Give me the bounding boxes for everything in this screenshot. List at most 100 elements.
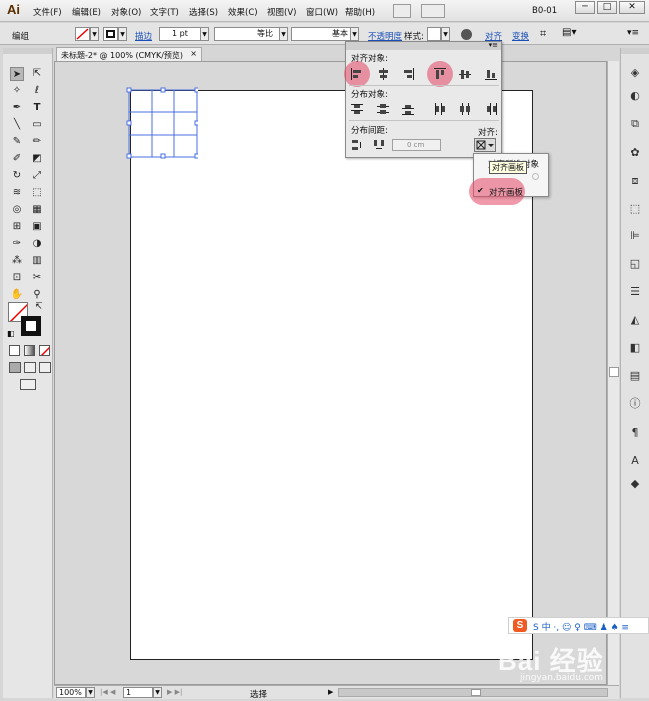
distribute-hcenter-icon[interactable] [458,102,472,116]
eyedropper-tool-icon[interactable]: ✑ [10,237,24,251]
graphic-style-dropdown[interactable]: ▼ [441,27,450,41]
rectangle-tool-icon[interactable]: ▭ [30,118,44,132]
variable-width-profile[interactable]: 等比 [214,27,280,41]
transform-link[interactable]: 变换 [512,30,529,42]
close-tab-icon[interactable]: × [190,49,197,58]
draw-inside-icon[interactable] [39,362,51,373]
selection-tool-icon[interactable]: ➤ [10,67,24,81]
line-tool-icon[interactable]: ╲ [10,118,24,132]
mesh-tool-icon[interactable]: ⊞ [10,220,24,234]
scale-tool-icon[interactable]: ⤢ [30,169,44,183]
align-panel-menu-icon[interactable]: ▾≡ [489,41,498,49]
minimize-button[interactable]: ─ [575,1,595,14]
horizontal-scrollbar[interactable] [338,688,608,697]
ime-toolbar[interactable]: S S 中 ·, ☺ ♀ ⌨ ♟ ♠ ≡ [508,617,649,634]
vertical-scrollbar[interactable] [607,61,619,685]
align-panel-icon[interactable]: ⊫ [626,228,644,244]
pen-tool-icon[interactable]: ✒ [10,101,24,115]
shape-builder-tool-icon[interactable]: ◎ [10,203,24,217]
vertical-scroll-thumb[interactable] [609,367,619,377]
menu-help[interactable]: 帮助(H) [345,6,375,18]
menu-view[interactable]: 视图(V) [267,6,296,18]
magic-wand-tool-icon[interactable]: ✧ [10,84,24,98]
last-artboard-icon[interactable]: ▶ ▶| [167,688,182,696]
warp-tool-icon[interactable]: ≋ [10,186,24,200]
document-tab[interactable]: 未标题-2* @ 100% (CMYK/预览) × [56,47,202,61]
panel-menu-icon[interactable]: ▾≡ [627,28,639,38]
eraser-tool-icon[interactable]: ◩ [30,152,44,166]
default-colors-icon[interactable]: ◧ [7,329,15,338]
stroke-swatch[interactable] [103,27,118,41]
hand-tool-icon[interactable]: ✋ [10,288,24,302]
swatches-icon[interactable]: ⧉ [626,116,644,132]
zoom-dropdown[interactable]: ▼ [86,687,95,698]
column-graph-tool-icon[interactable]: ▥ [30,254,44,268]
selected-grid-object[interactable] [126,87,198,159]
status-menu-icon[interactable]: ▶ [328,688,333,696]
menu-effect[interactable]: 效果(C) [228,6,258,18]
stroke-weight-dropdown[interactable]: ▼ [200,27,209,41]
paragraph-icon[interactable]: ¶ [626,425,644,441]
artboard-tool-icon[interactable]: ⊡ [10,271,24,285]
direct-selection-tool-icon[interactable]: ⇱ [30,67,44,81]
draw-behind-icon[interactable] [24,362,36,373]
bridge-icon[interactable] [393,4,411,18]
layers-icon[interactable]: ◆ [626,476,644,492]
stroke-color-swatch[interactable] [21,316,41,336]
recolor-artwork-icon[interactable] [461,29,472,40]
appearance-icon[interactable]: ◧ [626,340,644,356]
color-panel-icon[interactable]: ◐ [626,88,644,104]
transform-panel-icon[interactable]: ⬚ [626,201,644,217]
none-mode-icon[interactable] [39,345,50,356]
vertical-align-bottom-icon[interactable] [484,67,498,81]
perspective-grid-tool-icon[interactable]: ▦ [30,203,44,217]
maximize-button[interactable]: □ [597,1,617,14]
type-tool-icon[interactable]: T [30,101,44,115]
horizontal-align-center-icon[interactable] [376,67,390,81]
vertical-distribute-space-icon[interactable] [350,138,364,152]
swap-colors-icon[interactable]: ↸ [35,302,43,312]
graphic-styles-icon[interactable]: ▤ [626,368,644,384]
zoom-tool-icon[interactable]: ⚲ [30,288,44,302]
pencil-tool-icon[interactable]: ✏ [30,135,44,149]
horizontal-distribute-space-icon[interactable] [372,138,386,152]
symbols-icon[interactable]: ⧈ [626,173,644,189]
align-to-button[interactable] [474,138,496,152]
gradient-panel-icon[interactable]: ◭ [626,312,644,328]
brush-dropdown[interactable]: ▼ [350,27,359,41]
symbol-sprayer-tool-icon[interactable]: ⁂ [10,254,24,268]
artboard-number-field[interactable]: 1 [123,687,153,698]
menu-object[interactable]: 对象(O) [111,6,141,18]
menu-type[interactable]: 文字(T) [150,6,179,18]
color-guide-icon[interactable]: ◈ [626,65,644,81]
stroke-panel-icon[interactable]: ☰ [626,284,644,300]
menu-select[interactable]: 选择(S) [189,6,218,18]
distribute-right-icon[interactable] [484,102,498,116]
vertical-align-top-icon[interactable] [433,67,447,81]
gradient-tool-icon[interactable]: ▣ [30,220,44,234]
profile-dropdown[interactable]: ▼ [279,27,288,41]
isolate-group-icon[interactable]: ⌗ [540,27,546,41]
menu-file[interactable]: 文件(F) [33,6,62,18]
menu-edit[interactable]: 编辑(E) [72,6,101,18]
fill-dropdown[interactable]: ▼ [90,27,99,41]
horizontal-scroll-thumb[interactable] [471,689,481,696]
distribute-left-icon[interactable] [433,102,447,116]
distribute-top-icon[interactable] [350,102,364,116]
color-mode-icon[interactable] [9,345,20,356]
paintbrush-tool-icon[interactable]: ✎ [10,135,24,149]
pathfinder-icon[interactable]: ◱ [626,256,644,272]
character-icon[interactable]: A [626,453,644,469]
brushes-icon[interactable]: ✿ [626,145,644,161]
close-button[interactable]: ✕ [619,1,645,14]
first-artboard-icon[interactable]: |◀ ◀ [100,688,115,696]
brush-definition[interactable]: 基本 [291,27,351,41]
artboard-dropdown[interactable]: ▼ [153,687,162,698]
fill-swatch[interactable] [75,27,90,41]
spacing-value-field[interactable]: 0 cm [392,139,441,151]
zoom-field[interactable]: 100% [56,687,86,698]
layers-info-icon[interactable]: ⓘ [626,396,644,412]
control-panel-menu-icon[interactable]: ▤▾ [562,27,576,38]
distribute-bottom-icon[interactable] [401,102,415,116]
distribute-vcenter-icon[interactable] [376,102,390,116]
